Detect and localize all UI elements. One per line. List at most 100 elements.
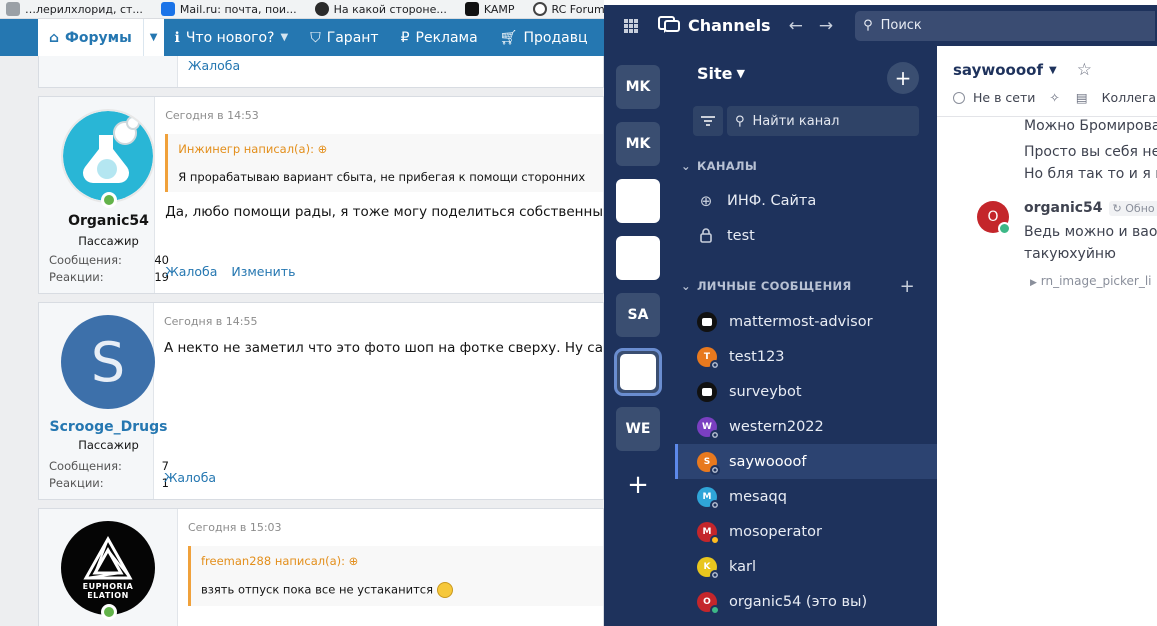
avatar[interactable]: S [61,315,155,409]
post-date[interactable]: Сегодня в 14:55 [164,315,603,328]
nav-tab-whats-new[interactable]: ℹ Что нового? ▼ [164,19,300,56]
find-channel-button[interactable]: ⚲ Найти канал [727,106,919,136]
post-user-panel: Organic54 Пассажир Сообщения: 40 Реакции:… [39,97,169,293]
team-name: Site [697,64,733,83]
team-button[interactable]: MK [616,122,660,166]
avatar: M [697,521,720,545]
channel-item[interactable]: test [675,218,937,253]
bookmark-item[interactable]: …лерилхлорид, ст... [0,2,155,16]
post-user-panel [39,56,178,87]
dm-name: western2022 [729,418,824,435]
file-icon[interactable]: ▤ [1076,90,1088,105]
dm-section-header[interactable]: ⌄ ЛИЧНЫЕ СООБЩЕНИЯ + [681,276,921,297]
quote-author[interactable]: freeman288 написал(а): ⊕ [201,554,593,568]
filter-unread-icon[interactable] [693,106,723,136]
messages-stat: Сообщения: 7 [49,459,169,473]
bookmark-item[interactable]: KAMP [459,2,527,16]
dm-item-active[interactable]: S saywoooof [675,444,937,479]
team-button[interactable]: MK [616,65,660,109]
logo-text: ELATION [87,591,129,600]
dm-item[interactable]: M mosoperator [675,514,937,549]
nav-tab-sellers[interactable]: 🛒︎ Продавц [489,19,599,56]
dm-item[interactable]: mattermost-advisor [675,304,937,339]
home-icon: ⌂ [49,29,60,46]
quote-author[interactable]: Инжинегр написал(а): ⊕ [178,142,593,156]
nav-tab-guarantee[interactable]: ⛉ Гарант [299,19,389,56]
quote-author-text: Инжинегр написал(а): [178,142,314,156]
product-menu-icon[interactable] [624,18,638,33]
dm-item[interactable]: W western2022 [675,409,937,444]
dm-name: organic54 (это вы) [729,593,868,610]
info-icon: ℹ [174,29,180,46]
dm-name: mattermost-advisor [729,313,873,330]
quote-text-content: взять отпуск пока все не устаканится [201,582,434,597]
report-link[interactable]: Жалоба [165,264,217,279]
team-button[interactable] [616,179,660,223]
user-status: Не в сети [973,90,1036,105]
add-channel-icon[interactable]: + [887,62,919,94]
dm-item[interactable]: O organic54 (это вы) [675,584,937,619]
avatar[interactable] [61,109,155,203]
back-arrow-icon[interactable]: ← [789,16,803,36]
arrow-up-circle-icon[interactable]: ⊕ [349,554,359,568]
bookmark-item[interactable]: Mail.ru: почта, пои... [155,2,309,16]
forums-dropdown-button[interactable]: ▼ [142,19,164,56]
report-link[interactable]: Жалоба [164,470,216,485]
pin-icon[interactable]: ✧ [1049,90,1059,105]
forum-thread: Жалоба Organic54 Пассажир Сообщения: 40 Р… [0,56,604,626]
channel-title: saywoooof [953,61,1043,79]
avatar-initial: K [703,561,711,572]
post: S Scrooge_Drugs Пассажир Сообщения: 7 Реа… [38,302,604,500]
message-author[interactable]: organic54 [1024,200,1103,216]
smile-emoji-icon [436,582,453,598]
app-title[interactable]: Channels [658,15,771,36]
channel-header-title[interactable]: saywoooof ▼ ☆ [953,60,1092,80]
dm-item[interactable]: M mesaqq [675,479,937,514]
filter-icon [701,116,715,126]
section-title: КАНАЛЫ [696,159,758,173]
peace-icon [532,2,547,16]
bookmark-item[interactable]: RC Forum Legaliz [527,2,604,16]
add-dm-icon[interactable]: + [900,276,915,297]
nav-tab-ads[interactable]: ₽ Реклама [390,19,489,56]
ruble-icon: ₽ [400,29,410,46]
nav-tab-label: Форумы [65,29,132,46]
team-button[interactable]: SA [616,293,660,337]
forward-arrow-icon[interactable]: → [819,16,833,36]
team-menu[interactable]: Site ▼ [697,64,745,83]
post-date[interactable]: Сегодня в 15:03 [188,521,603,534]
message-avatar[interactable]: O [977,201,1011,235]
avatar[interactable]: EUPHORIA ELATION [61,521,155,615]
channels-section-header[interactable]: ⌄ КАНАЛЫ [681,159,921,173]
channel-item[interactable]: ⊕ ИНФ. Сайта [675,183,937,218]
bookmark-item[interactable]: На какой стороне... [309,2,459,16]
mattermost-header: Channels ← → ⚲ Поиск [604,5,1157,46]
team-button[interactable]: WE [616,407,660,451]
post-user-panel: EUPHORIA ELATION [39,509,178,626]
kamp-icon [464,2,479,16]
team-button[interactable] [616,236,660,280]
status-offline-icon [953,91,965,104]
message-text: Ведь можно и вао [1024,224,1157,240]
edit-link[interactable]: Изменить [231,264,295,279]
post-date[interactable]: Сегодня в 14:53 [165,109,603,122]
stat-label: Реакции: [49,476,104,490]
dm-item[interactable]: surveybot [675,374,937,409]
star-icon[interactable]: ☆ [1077,60,1092,80]
dm-item[interactable]: K karl [675,549,937,584]
team-button-active[interactable] [614,348,662,396]
status-offline-icon [710,464,720,475]
quote-author-text: freeman288 написал(а): [201,554,345,568]
post-previous: Жалоба [38,56,604,88]
team-sidebar: MK MK SA WE + [604,46,675,626]
nav-tab-forums[interactable]: ⌂ Форумы [38,19,143,56]
report-link[interactable]: Жалоба [188,58,240,73]
add-team-icon[interactable]: + [616,463,660,507]
search-input[interactable]: ⚲ Поиск [855,10,1156,41]
attachment-toggle[interactable]: ▶ rn_image_picker_li [1030,274,1152,288]
dm-item[interactable]: T test123 [675,339,937,374]
message-header: organic54 ↻ Обно [1024,200,1157,216]
edited-label: Обно [1125,201,1155,215]
arrow-up-circle-icon[interactable]: ⊕ [318,142,328,156]
dm-name: mesaqq [729,488,787,505]
